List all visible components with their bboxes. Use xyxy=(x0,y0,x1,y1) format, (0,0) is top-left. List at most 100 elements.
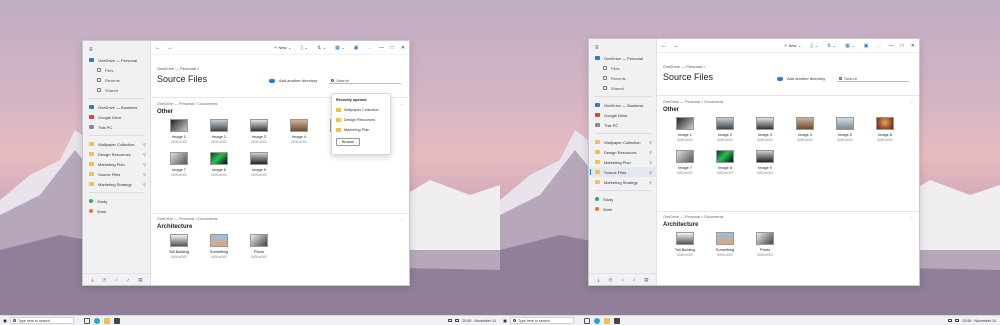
layout-icon[interactable]: ▣ xyxy=(354,45,359,51)
recent-item[interactable]: Design Resources xyxy=(336,115,386,125)
search-input[interactable]: Search xyxy=(329,77,402,84)
pin-icon[interactable]: ⚲ xyxy=(143,142,146,147)
arrow-left-icon[interactable]: ← xyxy=(661,43,667,49)
section-breadcrumb[interactable]: OneDrive — Personal > Documents xyxy=(157,102,217,106)
pin-icon[interactable]: ⚲ xyxy=(649,180,652,185)
sidebar-item-11[interactable]: Marketing Strategy ⚲ xyxy=(83,179,151,189)
download-icon[interactable]: ⤓ xyxy=(91,277,93,282)
start-button[interactable] xyxy=(0,316,10,325)
sidebar-item-6[interactable]: This PC xyxy=(83,122,151,132)
sidebar-item-8[interactable]: Design Resources ⚲ xyxy=(589,147,657,157)
file-tile[interactable]: Something 6000x4000 xyxy=(705,232,745,257)
history-icon[interactable]: ◷ xyxy=(608,277,612,283)
sidebar-item-1[interactable]: Files xyxy=(589,63,657,73)
task-view-icon[interactable] xyxy=(584,317,590,324)
section-breadcrumb[interactable]: OneDrive — Personal > Documents xyxy=(663,215,723,219)
recent-item[interactable]: Wallpaper Collection xyxy=(336,105,386,115)
sidebar-item-7[interactable]: Wallpaper Collection ⚲ xyxy=(589,137,657,147)
file-tile[interactable]: Image 8 6000x4000 xyxy=(199,152,239,177)
menu-icon[interactable]: ≡ xyxy=(595,45,599,51)
file-tile[interactable]: Photo 6000x4000 xyxy=(745,232,785,257)
more-options-button[interactable]: ... xyxy=(910,215,913,219)
tag-icon[interactable]: ⌂ xyxy=(115,277,118,282)
network-icon[interactable] xyxy=(448,319,453,322)
sidebar-item-10[interactable]: Source Files ⚲ xyxy=(589,167,657,177)
sidebar-item-3[interactable]: Shared xyxy=(83,85,151,95)
more-options-button[interactable]: ... xyxy=(367,45,370,50)
section-breadcrumb[interactable]: OneDrive — Personal > Documents xyxy=(157,217,217,221)
taskbar-search[interactable]: Type here to search xyxy=(10,317,74,324)
taskbar-search[interactable]: Type here to search xyxy=(510,317,574,324)
pin-icon[interactable]: ⚲ xyxy=(649,140,652,145)
new-button[interactable]: + New ⌄ xyxy=(274,45,291,51)
pin-icon[interactable]: ⚲ xyxy=(143,172,146,177)
minimize-icon[interactable]: — xyxy=(889,43,894,49)
file-menu-icon[interactable]: ▯ ⌄ xyxy=(300,45,308,51)
file-tile[interactable]: Image 7 6000x4000 xyxy=(159,152,199,177)
pin-icon[interactable]: ⚲ xyxy=(143,152,146,157)
music-icon[interactable]: ♪ xyxy=(127,277,129,282)
pin-icon[interactable]: ⚲ xyxy=(649,170,652,175)
music-icon[interactable]: ♪ xyxy=(633,277,635,282)
sidebar-item-6[interactable]: This PC xyxy=(589,120,657,130)
download-icon[interactable]: ⤓ xyxy=(597,277,599,282)
sidebar-item-13[interactable]: Work xyxy=(83,206,151,216)
folder-icon[interactable] xyxy=(604,317,610,324)
file-tile[interactable]: Image 2 6000x4000 xyxy=(705,117,745,142)
sidebar-item-10[interactable]: Source Files ⚲ xyxy=(83,169,151,179)
add-directory-button[interactable]: Add another directory xyxy=(279,78,317,83)
volume-icon[interactable] xyxy=(455,319,460,322)
edge-icon[interactable] xyxy=(594,317,600,324)
sidebar-item-5[interactable]: Google Drive xyxy=(589,110,657,120)
task-view-icon[interactable] xyxy=(84,317,90,324)
file-tile[interactable]: Image 66000x4000 xyxy=(865,117,905,142)
sidebar-item-12[interactable]: Study xyxy=(83,196,151,206)
sort-icon[interactable]: ⇅ ⌄ xyxy=(317,45,326,51)
arrow-left-icon[interactable]: ← xyxy=(155,45,161,51)
sidebar-item-0[interactable]: OneDrive — Personal xyxy=(589,53,657,63)
view-grid-icon[interactable]: ▦ ⌄ xyxy=(335,45,345,51)
sidebar-item-2[interactable]: Recents xyxy=(589,73,657,83)
calendar-icon[interactable]: ▤ xyxy=(138,277,142,283)
view-grid-icon[interactable]: ▦ ⌄ xyxy=(845,43,855,49)
maximize-icon[interactable]: □ xyxy=(901,43,904,49)
pin-icon[interactable]: ⚲ xyxy=(649,150,652,155)
new-button[interactable]: + New ⌄ xyxy=(784,43,801,49)
arrow-right-icon[interactable]: → xyxy=(673,43,679,49)
menu-icon[interactable]: ≡ xyxy=(89,47,93,53)
more-options-button[interactable]: ... xyxy=(877,43,880,48)
clock-date[interactable]: November 14 xyxy=(474,319,496,323)
sidebar-item-12[interactable]: Study xyxy=(589,194,657,204)
pin-icon[interactable]: ⚲ xyxy=(649,160,652,165)
store-icon[interactable] xyxy=(114,317,120,324)
file-tile[interactable]: Image 56000x4000 xyxy=(825,117,865,142)
close-icon[interactable]: ✕ xyxy=(911,43,915,49)
clock-time[interactable]: 20:59 xyxy=(962,319,971,323)
file-tile[interactable]: Tall Building 6000x4000 xyxy=(159,234,199,259)
sidebar-item-0[interactable]: OneDrive — Personal xyxy=(83,55,151,65)
sidebar-item-13[interactable]: Work xyxy=(589,204,657,214)
sidebar-item-5[interactable]: Google Drive xyxy=(83,112,151,122)
store-icon[interactable] xyxy=(614,317,620,324)
sidebar-item-7[interactable]: Wallpaper Collection ⚲ xyxy=(83,139,151,149)
close-icon[interactable]: ✕ xyxy=(401,45,405,51)
sidebar-item-2[interactable]: Recents xyxy=(83,75,151,85)
file-tile[interactable]: Image 2 6000x4000 xyxy=(199,119,239,144)
network-icon[interactable] xyxy=(948,319,953,322)
history-icon[interactable]: ◷ xyxy=(102,277,106,283)
file-tile[interactable]: Image 3 6000x4000 xyxy=(239,119,279,144)
maximize-icon[interactable]: □ xyxy=(391,45,394,51)
volume-icon[interactable] xyxy=(955,319,960,322)
breadcrumb[interactable]: OneDrive — Personal > xyxy=(663,64,705,69)
arrow-right-icon[interactable]: → xyxy=(167,45,173,51)
file-tile[interactable]: Image 8 6000x4000 xyxy=(705,150,745,175)
file-tile[interactable]: Image 3 6000x4000 xyxy=(745,117,785,142)
folder-icon[interactable] xyxy=(104,317,110,324)
calendar-icon[interactable]: ▤ xyxy=(644,277,648,283)
file-tile[interactable]: Image 9 6000x4000 xyxy=(239,152,279,177)
section-breadcrumb[interactable]: OneDrive — Personal > Documents xyxy=(663,100,723,104)
tag-icon[interactable]: ⌂ xyxy=(621,277,624,282)
file-tile[interactable]: Tall Building 6000x4000 xyxy=(665,232,705,257)
pin-icon[interactable]: ⚲ xyxy=(143,182,146,187)
more-options-button[interactable]: ... xyxy=(400,217,403,221)
